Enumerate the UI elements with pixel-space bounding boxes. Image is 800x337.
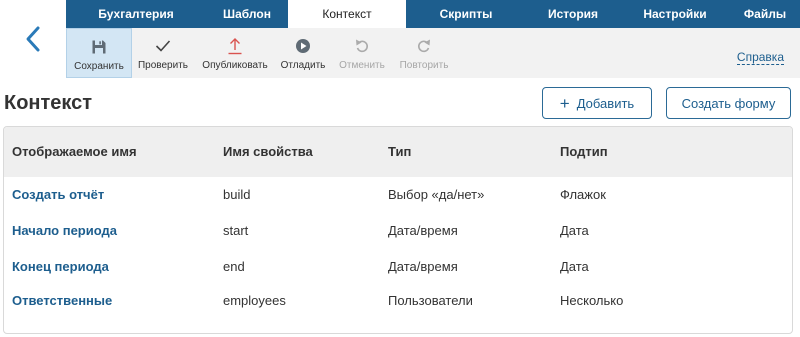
row-subtype: Флажок bbox=[560, 187, 606, 202]
tab-history[interactable]: История bbox=[526, 0, 620, 28]
column-header-display-name: Отображаемое имя bbox=[12, 144, 137, 159]
redo-icon bbox=[417, 33, 431, 59]
row-subtype: Несколько bbox=[560, 293, 624, 308]
row-type: Дата/время bbox=[388, 223, 458, 238]
tab-label: Бухгалтерия bbox=[98, 7, 174, 21]
save-icon bbox=[91, 34, 107, 60]
tab-settings[interactable]: Настройки bbox=[620, 0, 730, 28]
back-button[interactable] bbox=[0, 0, 66, 78]
tab-label: История bbox=[547, 7, 599, 21]
check-icon bbox=[155, 33, 171, 59]
toolbar: Сохранить Проверить Опубликовать Отладит… bbox=[66, 28, 800, 78]
tool-label: Проверить bbox=[137, 60, 188, 71]
tab-label: Скрипты bbox=[439, 7, 493, 21]
row-property-name: employees bbox=[223, 293, 286, 308]
row-display-name-link[interactable]: Конец периода bbox=[12, 259, 109, 274]
tool-label: Повторить bbox=[399, 60, 449, 71]
table-row[interactable]: Конец периода end Дата/время Дата bbox=[4, 259, 792, 294]
create-form-button-label: Создать форму bbox=[681, 95, 776, 111]
row-display-name-link[interactable]: Создать отчёт bbox=[12, 187, 104, 202]
tab-label: Контекст bbox=[322, 7, 372, 21]
tab-accounting[interactable]: Бухгалтерия bbox=[66, 0, 206, 28]
row-display-name-link[interactable]: Ответственные bbox=[12, 293, 112, 308]
debug-play-icon bbox=[295, 33, 311, 59]
tab-template[interactable]: Шаблон bbox=[206, 0, 288, 28]
row-type: Дата/время bbox=[388, 259, 458, 274]
row-type: Пользователи bbox=[388, 293, 473, 308]
table-row[interactable]: Ответственные employees Пользователи Нес… bbox=[4, 293, 792, 328]
table-row[interactable]: Создать отчёт build Выбор «да/нет» Флажо… bbox=[4, 187, 792, 222]
tab-scripts[interactable]: Скрипты bbox=[406, 0, 526, 28]
row-subtype: Дата bbox=[560, 259, 589, 274]
chevron-left-icon bbox=[26, 26, 40, 52]
redo-button[interactable]: Повторить bbox=[394, 28, 454, 78]
tab-label: Настройки bbox=[643, 7, 707, 21]
top-tab-bar: Бухгалтерия Шаблон Контекст Скрипты Исто… bbox=[66, 0, 800, 28]
row-type: Выбор «да/нет» bbox=[388, 187, 485, 202]
tool-label: Отладить bbox=[280, 60, 326, 71]
help-link[interactable]: Справка bbox=[736, 50, 784, 65]
row-property-name: end bbox=[223, 259, 245, 274]
tool-label: Отменить bbox=[339, 60, 385, 71]
publish-button[interactable]: Опубликовать bbox=[194, 28, 276, 78]
undo-icon bbox=[355, 33, 369, 59]
row-display-name-link[interactable]: Начало периода bbox=[12, 223, 117, 238]
tab-label: Шаблон bbox=[223, 7, 271, 21]
page-title: Контекст bbox=[4, 92, 93, 114]
plus-icon: + bbox=[559, 93, 570, 113]
debug-button[interactable]: Отладить bbox=[276, 28, 330, 78]
context-table: Отображаемое имя Имя свойства Тип Подтип… bbox=[3, 126, 793, 334]
add-button[interactable]: + Добавить bbox=[542, 87, 652, 119]
row-property-name: build bbox=[223, 187, 251, 202]
undo-button[interactable]: Отменить bbox=[330, 28, 394, 78]
add-button-label: Добавить bbox=[576, 95, 635, 111]
column-header-subtype: Подтип bbox=[560, 144, 608, 159]
row-subtype: Дата bbox=[560, 223, 589, 238]
save-button[interactable]: Сохранить bbox=[66, 28, 132, 78]
tab-context[interactable]: Контекст bbox=[288, 0, 406, 28]
column-header-type: Тип bbox=[388, 144, 412, 159]
create-form-button[interactable]: Создать форму bbox=[666, 87, 791, 119]
tool-label: Сохранить bbox=[74, 61, 124, 72]
tool-label: Опубликовать bbox=[202, 60, 268, 71]
table-row[interactable]: Начало периода start Дата/время Дата bbox=[4, 223, 792, 258]
tab-files[interactable]: Файлы bbox=[730, 0, 800, 28]
tab-label: Файлы bbox=[743, 7, 787, 21]
publish-icon bbox=[227, 33, 243, 59]
check-button[interactable]: Проверить bbox=[132, 28, 194, 78]
table-header: Отображаемое имя Имя свойства Тип Подтип bbox=[4, 127, 792, 177]
column-header-property-name: Имя свойства bbox=[223, 144, 313, 159]
row-property-name: start bbox=[223, 223, 249, 238]
